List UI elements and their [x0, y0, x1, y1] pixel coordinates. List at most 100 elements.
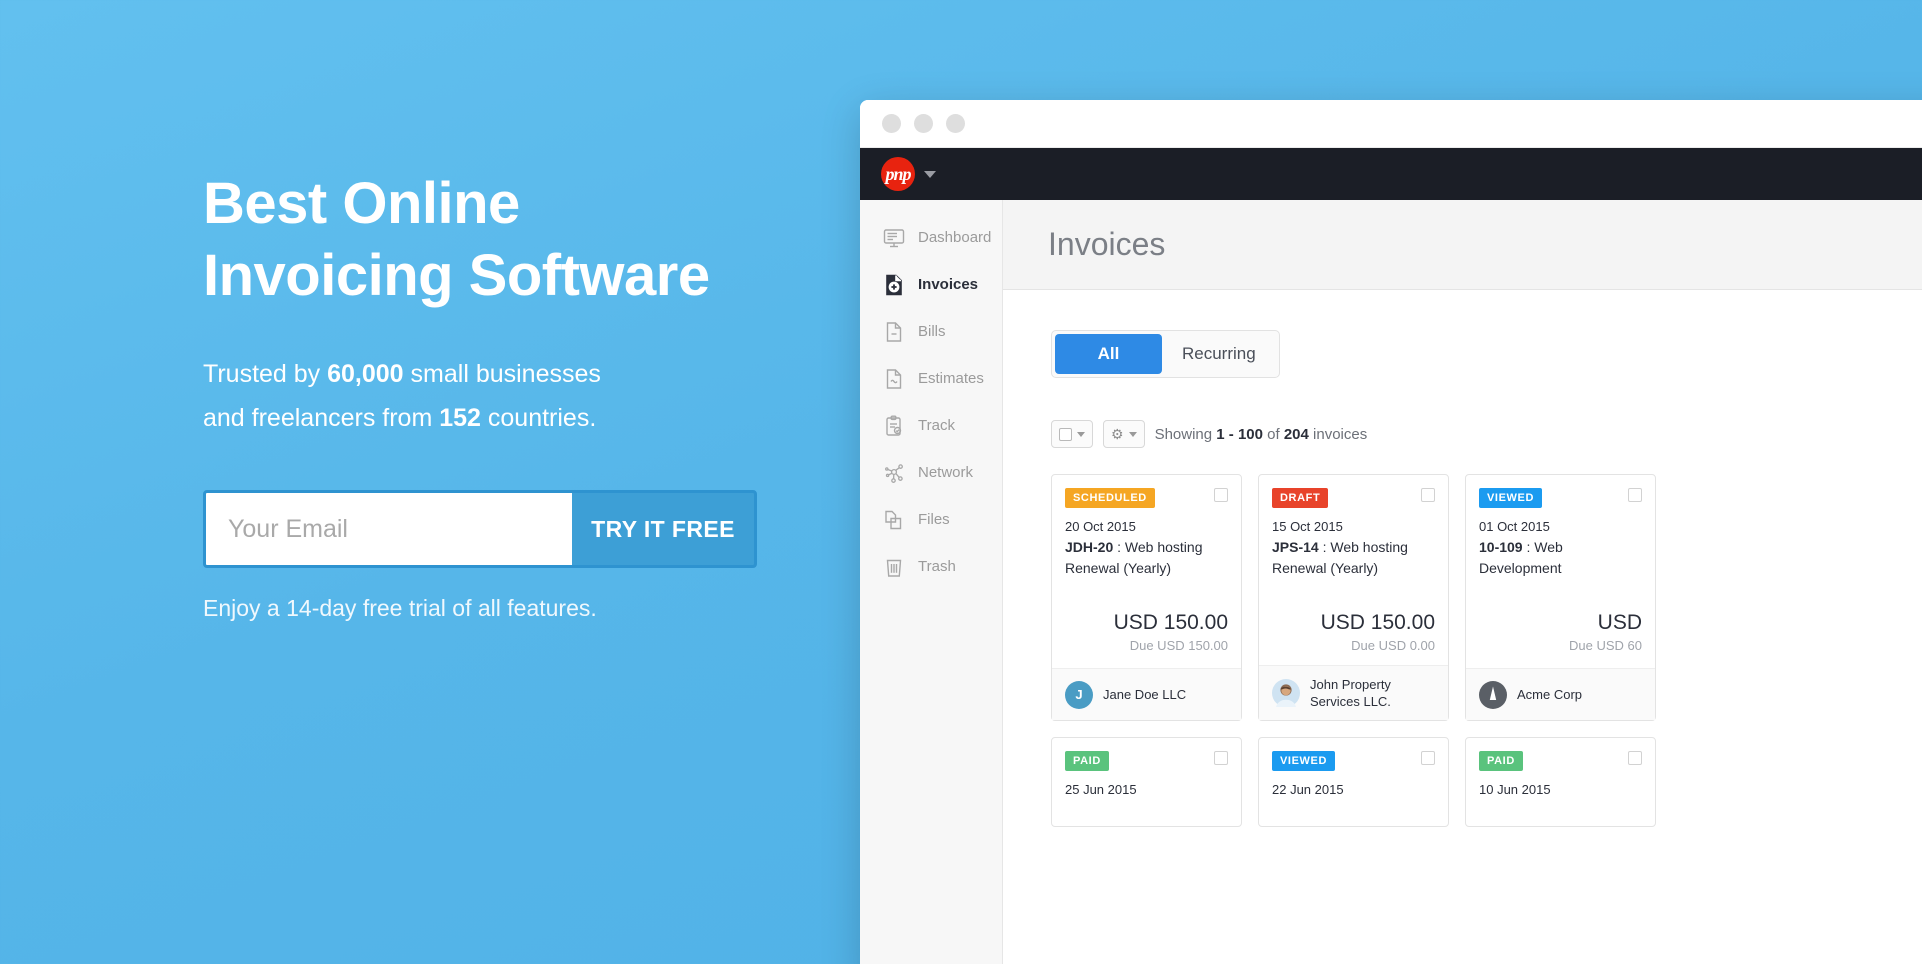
- try-it-free-button[interactable]: TRY IT FREE: [572, 493, 754, 565]
- page-headline: Best Online Invoicing Software: [203, 168, 843, 312]
- invoice-card[interactable]: VIEWED 01 Oct 2015 10-109 : Web Developm…: [1465, 474, 1656, 721]
- subtext2-prefix: and freelancers from: [203, 404, 440, 432]
- tab-all[interactable]: All: [1055, 334, 1162, 374]
- window-close-dot[interactable]: [882, 114, 901, 133]
- status-badge: DRAFT: [1272, 488, 1329, 508]
- page-header: Invoices: [1003, 200, 1922, 290]
- hero-subtext-line-1: Trusted by 60,000 small businesses: [203, 352, 843, 396]
- hero-subtext: Trusted by 60,000 small businesses and f…: [203, 352, 843, 440]
- invoice-date: 15 Oct 2015: [1272, 519, 1343, 534]
- invoice-card[interactable]: SCHEDULED 20 Oct 2015 JDH-20 : Web hosti…: [1051, 474, 1242, 721]
- app-window-screenshot: pnp Dashboard Invoices Bills Estimates T…: [860, 100, 1922, 964]
- list-toolbar: ⚙ Showing 1 - 100 of 204 invoices: [1051, 420, 1922, 448]
- invoice-card-grid: SCHEDULED 20 Oct 2015 JDH-20 : Web hosti…: [1051, 474, 1922, 721]
- trash-icon: [882, 555, 906, 579]
- select-all-dropdown[interactable]: [1051, 420, 1093, 448]
- invoice-due: Due USD 150.00: [1129, 638, 1228, 653]
- invoice-card-header: PAID: [1065, 751, 1228, 771]
- invoice-card[interactable]: DRAFT 15 Oct 2015 JPS-14 : Web hosting R…: [1258, 474, 1449, 721]
- country-count: 152: [439, 404, 481, 432]
- hero-subtext-line-2: and freelancers from 152 countries.: [203, 396, 843, 440]
- invoice-checkbox[interactable]: [1628, 751, 1642, 765]
- sidebar-item-trash[interactable]: Trash: [860, 543, 1002, 590]
- sidebar-item-track[interactable]: Track: [860, 402, 1002, 449]
- invoice-checkbox[interactable]: [1421, 751, 1435, 765]
- sidebar-label-estimates: Estimates: [918, 370, 984, 387]
- invoice-card-header: VIEWED: [1272, 751, 1435, 771]
- invoice-due: Due USD 60: [1569, 638, 1642, 653]
- sidebar-item-bills[interactable]: Bills: [860, 308, 1002, 355]
- invoice-card-body: PAID 25 Jun 2015: [1052, 738, 1241, 826]
- window-minimize-dot[interactable]: [914, 114, 933, 133]
- sidebar-label-trash: Trash: [918, 558, 956, 575]
- showing-mid: of: [1262, 425, 1284, 443]
- invoice-card-header: SCHEDULED: [1065, 488, 1228, 508]
- subtext-prefix: Trusted by: [203, 360, 328, 388]
- sidebar-item-estimates[interactable]: Estimates: [860, 355, 1002, 402]
- invoice-date: 25 Jun 2015: [1065, 782, 1137, 797]
- invoice-tabs: All Recurring: [1051, 330, 1280, 378]
- page-title: Invoices: [1048, 226, 1166, 262]
- invoice-card[interactable]: VIEWED 22 Jun 2015: [1258, 737, 1449, 827]
- window-titlebar: [860, 100, 1922, 148]
- invoice-reference: JDH-20: [1065, 539, 1114, 555]
- invoice-card-body: VIEWED 01 Oct 2015 10-109 : Web Developm…: [1466, 475, 1655, 668]
- invoice-amount: USD 150.00: [1113, 611, 1228, 634]
- customer-count: 60,000: [327, 360, 404, 388]
- sidebar-label-dashboard: Dashboard: [918, 229, 992, 246]
- chevron-down-icon[interactable]: [924, 170, 936, 178]
- invoice-client-name: Jane Doe LLC: [1103, 687, 1187, 702]
- signup-form[interactable]: TRY IT FREE: [203, 490, 757, 568]
- invoice-card-body: DRAFT 15 Oct 2015 JPS-14 : Web hosting R…: [1259, 475, 1448, 665]
- invoice-card[interactable]: PAID 25 Jun 2015: [1051, 737, 1242, 827]
- sidebar-item-files[interactable]: Files: [860, 496, 1002, 543]
- invoice-checkbox[interactable]: [1214, 488, 1228, 502]
- sidebar-label-bills: Bills: [918, 323, 946, 340]
- invoice-date: 20 Oct 2015: [1065, 519, 1136, 534]
- invoice-checkbox[interactable]: [1421, 488, 1435, 502]
- invoice-checkbox[interactable]: [1628, 488, 1642, 502]
- invoice-card-header: DRAFT: [1272, 488, 1435, 508]
- bill-minus-icon: [882, 320, 906, 344]
- checkbox-icon: [1059, 427, 1072, 441]
- status-badge: VIEWED: [1479, 488, 1542, 508]
- app-body: Dashboard Invoices Bills Estimates Track…: [860, 200, 1922, 964]
- avatar: J: [1065, 680, 1093, 709]
- sidebar-nav: Dashboard Invoices Bills Estimates Track…: [860, 200, 1003, 964]
- sidebar-item-dashboard[interactable]: Dashboard: [860, 214, 1002, 261]
- person-photo-icon: [1272, 679, 1300, 707]
- email-input[interactable]: [206, 493, 572, 565]
- chevron-down-icon: [1128, 431, 1137, 437]
- invoice-client-row: Acme Corp: [1466, 668, 1655, 720]
- brand-logo-icon[interactable]: pnp: [881, 157, 915, 191]
- sidebar-item-network[interactable]: Network: [860, 449, 1002, 496]
- invoice-date: 01 Oct 2015: [1479, 519, 1550, 534]
- settings-dropdown[interactable]: ⚙: [1103, 420, 1145, 448]
- sidebar-label-invoices: Invoices: [918, 276, 979, 293]
- invoice-client-name: John Property Services LLC.: [1310, 677, 1391, 709]
- tab-recurring[interactable]: Recurring: [1162, 334, 1276, 374]
- invoices-content: All Recurring ⚙ Showing 1 - 100 of 204 i…: [1003, 290, 1922, 964]
- invoice-amount: USD 150.00: [1320, 611, 1435, 634]
- sidebar-item-invoices[interactable]: Invoices: [860, 261, 1002, 308]
- invoice-card-header: VIEWED: [1479, 488, 1642, 508]
- invoice-card[interactable]: PAID 10 Jun 2015: [1465, 737, 1656, 827]
- status-badge: PAID: [1065, 751, 1109, 771]
- acme-logo-icon: [1479, 680, 1507, 709]
- showing-range: 1 - 100: [1216, 425, 1263, 443]
- invoice-card-body: VIEWED 22 Jun 2015: [1259, 738, 1448, 826]
- subtext2-suffix: countries.: [480, 404, 597, 432]
- hero-section: Best Online Invoicing Software Trusted b…: [203, 168, 843, 622]
- sidebar-label-files: Files: [918, 511, 950, 528]
- main-panel: Invoices All Recurring ⚙ Showing 1 - 100…: [1003, 200, 1922, 964]
- subtext-suffix: small businesses: [403, 360, 601, 388]
- invoice-date: 10 Jun 2015: [1479, 782, 1551, 797]
- network-icon: [882, 461, 906, 485]
- invoice-checkbox[interactable]: [1214, 751, 1228, 765]
- invoice-client-row: John Property Services LLC.: [1259, 665, 1448, 720]
- window-maximize-dot[interactable]: [946, 114, 965, 133]
- invoice-reference: 10-109: [1479, 539, 1523, 555]
- clipboard-check-icon: [882, 414, 906, 438]
- invoice-date: 22 Jun 2015: [1272, 782, 1344, 797]
- showing-suffix: invoices: [1308, 425, 1368, 443]
